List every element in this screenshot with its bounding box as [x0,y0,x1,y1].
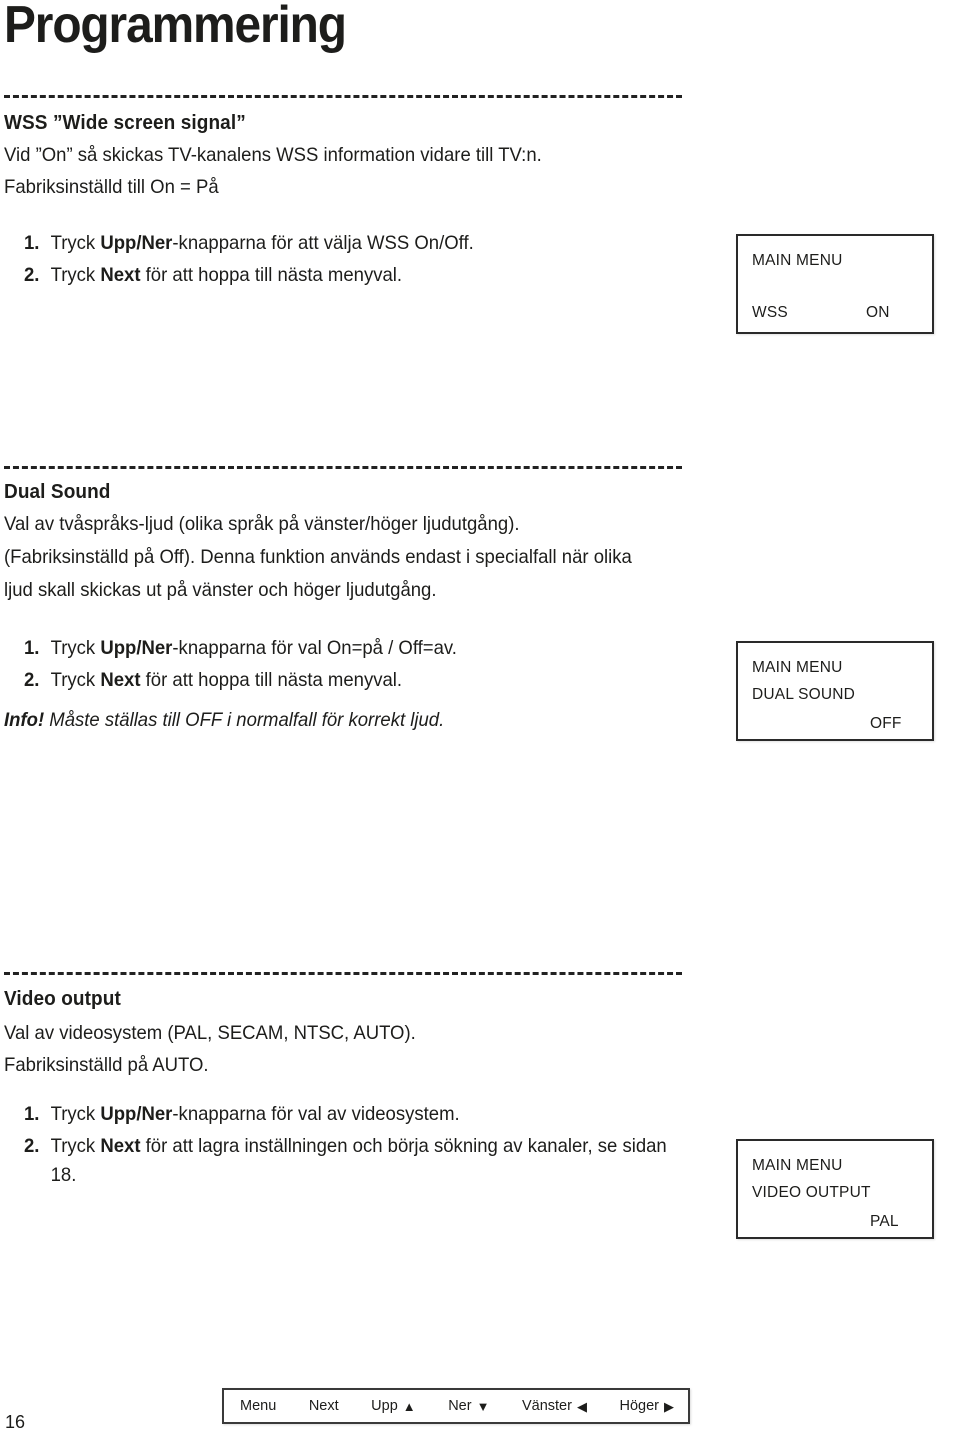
list-item: 2. Tryck Next för att hoppa till nästa m… [24,666,457,695]
step-text: Tryck Next för att lagra inställningen o… [51,1132,678,1190]
step-text-bold: Upp/Ner [100,1103,173,1125]
section-divider-video-output [4,972,682,975]
step-text-bold: Upp/Ner [100,232,173,254]
step-text-pre: Tryck [50,1135,101,1157]
menu-screen-video-output: MAIN MENU VIDEO OUTPUT PAL [736,1139,934,1239]
step-text: Tryck Upp/Ner-knapparna för att välja WS… [51,229,474,258]
section-paragraph-video-output-1: Val av videosystem (PAL, SECAM, NTSC, AU… [4,1022,416,1044]
menu-screen-title: MAIN MENU [752,1157,843,1174]
section-paragraph-dual-sound-3: ljud skall skickas ut på vänster och hög… [4,579,437,601]
menu-screen-title: MAIN MENU [752,659,843,676]
menu-screen-value: PAL [870,1213,899,1230]
nav-legend-label: Ner [448,1398,472,1414]
nav-legend-label: Höger [619,1398,659,1414]
step-text-pre: Tryck [50,1103,101,1125]
step-number: 2. [24,669,40,691]
section-paragraph-dual-sound-2: (Fabriksinställd på Off). Denna funktion… [4,546,632,568]
step-text-post: för att hoppa till nästa menyval. [140,264,403,286]
section-heading-wss: WSS ”Wide screen signal” [4,112,246,134]
document-page: Programmering WSS ”Wide screen signal” V… [0,0,960,1444]
menu-screen-dual-sound: MAIN MENU DUAL SOUND OFF [736,641,934,741]
step-text-bold: Next [100,264,141,286]
triangle-right-icon: ▶ [663,1398,674,1414]
nav-legend-next: Next [309,1398,339,1414]
menu-screen-value: ON [866,304,890,321]
step-list-wss: 1. Tryck Upp/Ner-knapparna för att välja… [24,229,474,293]
page-title: Programmering [4,0,347,54]
nav-legend-ner: Ner ▼ [448,1398,489,1414]
nav-legend-label: Next [308,1398,339,1414]
menu-screen-item: WSS [752,304,788,321]
section-divider-dual-sound [4,466,682,469]
section-paragraph-video-output-2: Fabriksinställd på AUTO. [4,1054,209,1076]
nav-legend-label: Menu [240,1398,277,1414]
list-item: 2. Tryck Next för att hoppa till nästa m… [24,261,474,290]
step-list-video-output: 1. Tryck Upp/Ner-knapparna för val av vi… [24,1100,678,1193]
step-text-bold: Upp/Ner [100,637,173,659]
step-number: 2. [24,1135,40,1157]
step-number: 1. [24,232,40,254]
step-number: 1. [24,637,40,659]
section-paragraph-wss-1: Vid ”On” så skickas TV-kanalens WSS info… [4,144,542,166]
step-text-bold: Next [100,1135,141,1157]
step-text: Tryck Upp/Ner-knapparna för val av video… [51,1100,460,1129]
step-text: Tryck Next för att hoppa till nästa meny… [51,261,402,290]
section-paragraph-dual-sound-1: Val av tvåspråks-ljud (olika språk på vä… [4,513,520,535]
info-text: Måste ställas till OFF i normalfall för … [44,709,445,731]
step-text-post: -knapparna för att välja WSS On/Off. [172,232,474,254]
nav-legend-label: Upp [371,1398,398,1414]
nav-legend-vanster: Vänster ◀ [522,1398,587,1414]
triangle-left-icon: ◀ [576,1398,587,1414]
step-text-post: för att lagra inställningen och börja sö… [50,1135,667,1186]
step-text-post: för att hoppa till nästa menyval. [140,669,403,691]
section-heading-video-output: Video output [4,988,121,1010]
nav-legend-label: Vänster [521,1398,572,1414]
menu-screen-value: OFF [870,715,902,732]
section-paragraph-wss-2: Fabriksinställd till On = På [4,176,219,198]
step-list-dual-sound: 1. Tryck Upp/Ner-knapparna för val On=på… [24,634,457,698]
list-item: 1. Tryck Upp/Ner-knapparna för val av vi… [24,1100,678,1129]
step-text: Tryck Upp/Ner-knapparna för val On=på / … [51,634,457,663]
nav-legend-hoger: Höger ▶ [619,1398,674,1414]
step-text-post: -knapparna för val On=på / Off=av. [172,637,457,659]
menu-screen-item: DUAL SOUND [752,686,856,703]
nav-legend-menu: Menu [240,1398,276,1414]
page-number: 16 [5,1412,26,1432]
list-item: 2. Tryck Next för att lagra inställninge… [24,1132,678,1190]
triangle-up-icon: ▲ [402,1398,416,1414]
info-label: Info! [4,709,45,731]
section-divider-wss [4,95,682,98]
list-item: 1. Tryck Upp/Ner-knapparna för val On=på… [24,634,457,663]
remote-key-legend-bar: Menu Next Upp ▲ Ner ▼ Vänster ◀ Höger ▶ [222,1388,690,1424]
section-heading-dual-sound: Dual Sound [4,481,111,503]
step-text-pre: Tryck [50,637,101,659]
step-number: 2. [24,264,40,286]
nav-legend-upp: Upp ▲ [371,1398,415,1414]
step-text-bold: Next [100,669,141,691]
step-text: Tryck Next för att hoppa till nästa meny… [51,666,402,695]
step-text-pre: Tryck [50,232,101,254]
step-text-post: -knapparna för val av videosystem. [172,1103,460,1125]
menu-screen-item: VIDEO OUTPUT [752,1184,871,1201]
menu-screen-wss: MAIN MENU WSS ON [736,234,934,334]
list-item: 1. Tryck Upp/Ner-knapparna för att välja… [24,229,474,258]
info-note-dual-sound: Info! Måste ställas till OFF i normalfal… [4,709,444,732]
step-number: 1. [24,1103,40,1125]
step-text-pre: Tryck [50,264,101,286]
menu-screen-title: MAIN MENU [752,252,843,269]
step-text-pre: Tryck [50,669,101,691]
triangle-down-icon: ▼ [476,1398,490,1414]
